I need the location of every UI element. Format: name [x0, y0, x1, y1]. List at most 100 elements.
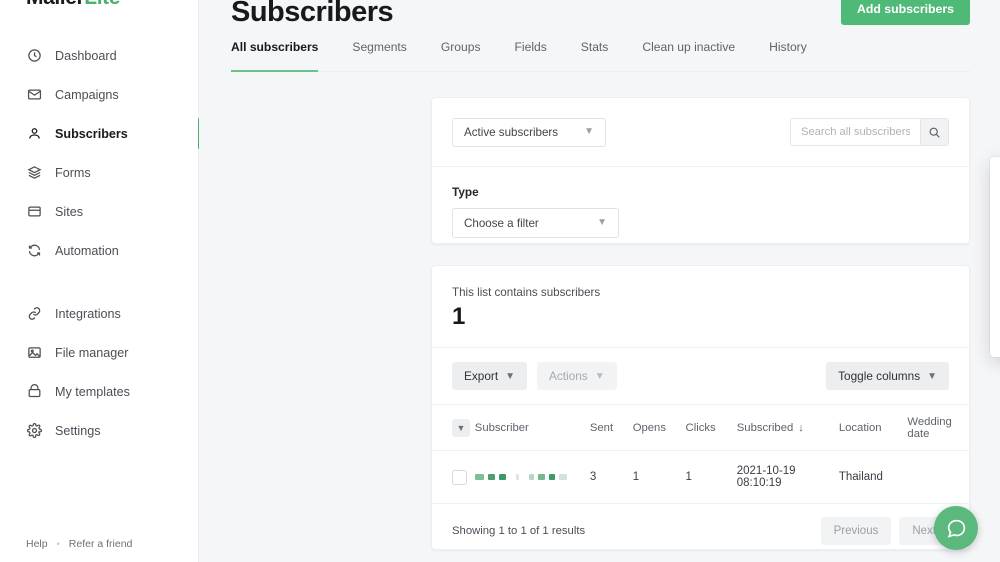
chevron-down-icon: ▼: [505, 370, 516, 382]
row-checkbox[interactable]: [452, 469, 467, 485]
tab-history[interactable]: History: [752, 40, 824, 71]
sidebar-item-label: Dashboard: [55, 48, 117, 63]
link-icon: [26, 305, 43, 322]
app-root: MailerLite Dashboard Campaigns Subscribe: [0, 0, 1000, 562]
image-icon: [26, 344, 43, 361]
list-summary-caption: This list contains subscribers: [452, 286, 601, 299]
row-select-cell: [432, 450, 475, 504]
footer-separator: •: [56, 539, 60, 549]
sidebar-item-integrations[interactable]: Integrations: [0, 294, 199, 333]
tab-fields[interactable]: Fields: [498, 40, 564, 71]
column-header-subscribed-label: Subscribed: [736, 421, 794, 434]
sidebar-item-automation[interactable]: Automation: [0, 231, 199, 270]
sidebar-item-dashboard[interactable]: Dashboard: [0, 36, 199, 75]
chevron-down-icon: ▼: [584, 126, 594, 137]
page-title: Subscribers: [231, 0, 394, 28]
results-summary: Showing 1 to 1 of 1 results: [452, 524, 586, 537]
filters-card: Active subscribers ▼ Type Choose a filte…: [431, 97, 970, 244]
list-subscriber-count: 1: [452, 303, 465, 330]
chevron-down-icon: ▼: [594, 370, 605, 382]
column-option-wedding-date[interactable]: ✔ Wedding date: [990, 317, 1000, 339]
help-link[interactable]: Help: [26, 538, 48, 550]
sidebar-footer: Help • Refer a friend: [26, 538, 132, 550]
refer-a-friend-link[interactable]: Refer a friend: [69, 538, 133, 550]
window-icon: [26, 203, 43, 220]
sidebar-item-label: File manager: [55, 345, 129, 360]
sidebar-item-label: Integrations: [55, 306, 121, 321]
table-body: 3 1 1 2021-10-19 08:10:19 Thailand: [432, 450, 969, 504]
sidebar-item-settings[interactable]: Settings: [0, 411, 199, 450]
sidebar-item-subscribers[interactable]: Subscribers: [0, 114, 200, 153]
actions-label: Actions: [549, 369, 588, 383]
previous-page-button[interactable]: Previous: [820, 516, 892, 545]
column-header-clicks[interactable]: Clicks: [685, 404, 737, 451]
clock-icon: [26, 47, 43, 64]
search-button[interactable]: [920, 118, 949, 146]
tab-groups[interactable]: Groups: [424, 40, 498, 71]
toggle-columns-dropdown: City Company Country Last name Name: [990, 157, 1000, 357]
list-actions-left: Export ▼ Actions ▼: [452, 362, 617, 390]
gear-icon: [26, 422, 43, 439]
sidebar-item-label: Forms: [55, 165, 91, 180]
type-label: Type: [452, 185, 479, 199]
pagination-controls: Previous Next: [820, 516, 949, 545]
type-filter-select[interactable]: Choose a filter ▼: [452, 208, 619, 238]
column-option-city[interactable]: City: [990, 162, 1000, 184]
column-header-wedding-date[interactable]: Wedding date: [907, 404, 969, 451]
sidebar-item-campaigns[interactable]: Campaigns: [0, 75, 199, 114]
column-option-country[interactable]: Country: [990, 206, 1000, 228]
sidebar-item-sites[interactable]: Sites: [0, 192, 199, 231]
column-option-phone[interactable]: Phone: [990, 273, 1000, 295]
column-header-opens[interactable]: Opens: [632, 404, 686, 451]
column-header-subscriber[interactable]: Subscriber: [474, 404, 590, 451]
export-button[interactable]: Export ▼: [452, 362, 528, 390]
status-filter-value: Active subscribers: [464, 125, 559, 139]
column-header-location[interactable]: Location: [838, 404, 908, 451]
list-actions-toolbar: Export ▼ Actions ▼ Toggle columns ▼: [432, 348, 969, 404]
status-filter-select[interactable]: Active subscribers ▼: [452, 117, 606, 147]
pagination-bar: Showing 1 to 1 of 1 results Previous Nex…: [432, 504, 969, 557]
cell-wedding-date: [907, 450, 969, 504]
column-option-last-name[interactable]: Last name: [990, 229, 1000, 251]
sidebar-secondary-nav: Integrations File manager My templates S…: [0, 294, 199, 450]
filters-toolbar: Active subscribers ▼: [432, 98, 969, 167]
add-subscribers-button[interactable]: Add subscribers: [840, 0, 970, 25]
select-all-dropdown[interactable]: ▼: [452, 418, 470, 437]
chat-bubble-icon: [947, 519, 965, 538]
tab-bar: All subscribers Segments Groups Fields S…: [231, 40, 970, 72]
brand-suffix: Lite: [84, 0, 120, 9]
redacted-subscriber-name: [474, 474, 567, 480]
column-option-company[interactable]: Company: [990, 184, 1000, 206]
search-icon: [929, 127, 940, 138]
subscribers-list-card: This list contains subscribers 1 Export …: [431, 265, 970, 550]
sidebar-item-label: Settings: [55, 423, 101, 438]
archive-icon: [26, 383, 43, 400]
cell-subscribed: 2021-10-19 08:10:19: [736, 450, 839, 504]
toggle-columns-button[interactable]: Toggle columns ▼: [826, 362, 949, 390]
sidebar-item-label: Campaigns: [55, 87, 119, 102]
table-header-row: ▼ Subscriber Sent Opens Clicks Subscribe…: [432, 404, 969, 451]
chevron-down-icon: ▼: [597, 217, 607, 228]
column-option-name[interactable]: Name: [990, 251, 1000, 273]
table-row[interactable]: 3 1 1 2021-10-19 08:10:19 Thailand: [432, 450, 969, 504]
help-beacon-button[interactable]: [934, 506, 978, 550]
export-label: Export: [464, 369, 499, 383]
tab-segments[interactable]: Segments: [335, 40, 423, 71]
tab-all-subscribers[interactable]: All subscribers: [231, 40, 335, 72]
actions-button[interactable]: Actions ▼: [537, 362, 617, 390]
sidebar-item-my-templates[interactable]: My templates: [0, 372, 199, 411]
brand-name: Mailer: [26, 0, 85, 9]
search-input[interactable]: [790, 118, 920, 146]
cell-clicks: 1: [685, 450, 737, 504]
column-header-sent[interactable]: Sent: [589, 404, 633, 451]
sidebar-item-label: Automation: [55, 243, 119, 258]
column-option-zip[interactable]: ZIP: [990, 340, 1000, 358]
sidebar-item-forms[interactable]: Forms: [0, 153, 199, 192]
sidebar-item-file-manager[interactable]: File manager: [0, 333, 199, 372]
column-option-state[interactable]: State: [990, 295, 1000, 317]
tab-clean-up-inactive[interactable]: Clean up inactive: [625, 40, 752, 71]
user-icon: [26, 125, 43, 142]
tab-stats[interactable]: Stats: [564, 40, 626, 71]
column-header-subscribed[interactable]: Subscribed ↓: [736, 404, 839, 451]
brand-logo[interactable]: MailerLite: [26, 0, 120, 10]
